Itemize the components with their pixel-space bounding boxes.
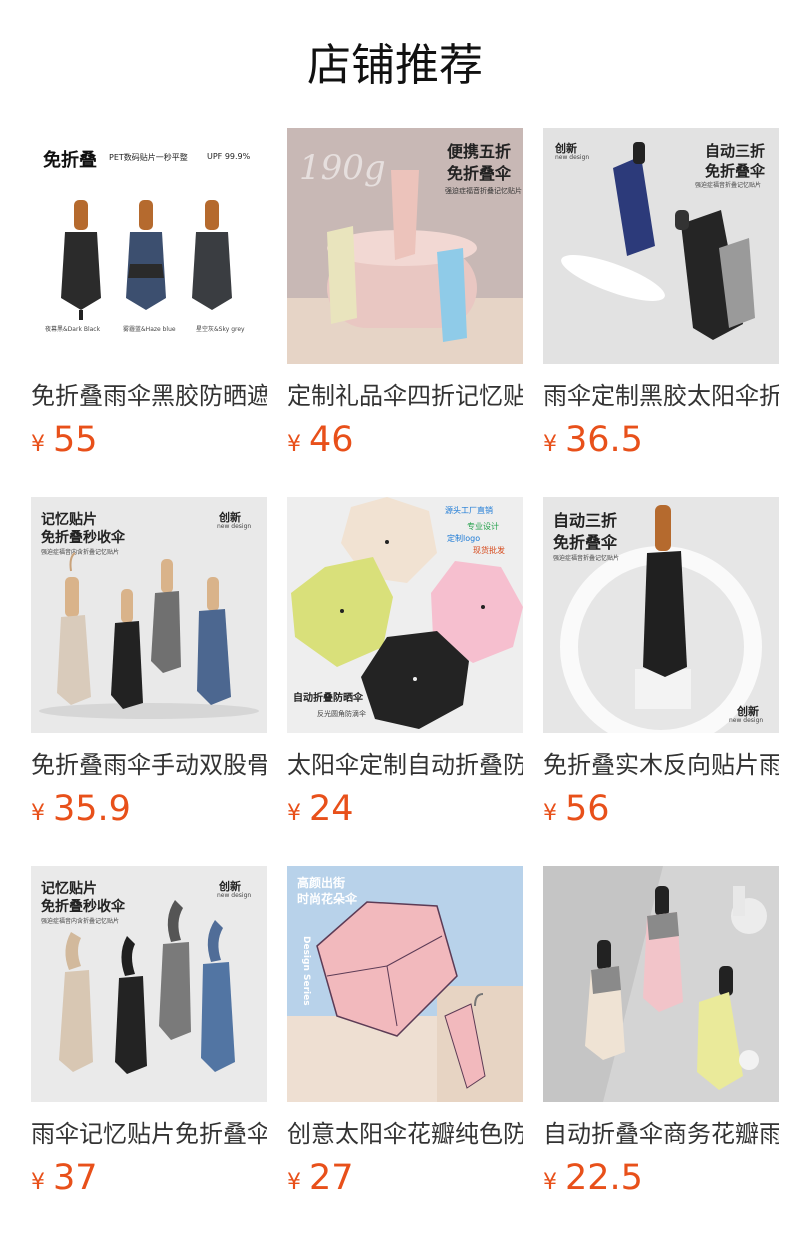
- product-name[interactable]: 免折叠实木反向贴片雨伞: [543, 749, 779, 781]
- product-card[interactable]: 记忆贴片 免折叠秒收伞 强迫症福音内含折叠记忆贴片 创新 new design …: [31, 866, 267, 1235]
- product-image[interactable]: 自动三折 免折叠伞 强迫症福音折叠记忆贴片 创新 new design: [543, 497, 779, 733]
- price-value: 55: [53, 420, 98, 460]
- image-note: 强迫症福音内含折叠记忆贴片: [41, 549, 120, 556]
- currency-symbol: ¥: [287, 801, 301, 826]
- image-tag: 现货批发: [473, 546, 505, 555]
- image-caption: 星空灰&Sky grey: [196, 326, 245, 333]
- product-price: ¥27: [287, 1156, 523, 1200]
- brand-sub: new design: [555, 154, 590, 161]
- image-note: 强迫症福音折叠记忆贴片: [445, 187, 522, 195]
- currency-symbol: ¥: [31, 1170, 45, 1195]
- page-title: 店铺推荐: [307, 40, 483, 91]
- image-headline: 记忆贴片: [41, 881, 97, 897]
- image-headline: 自动三折: [705, 142, 766, 160]
- product-name[interactable]: 自动折叠伞商务花瓣雨伞: [543, 1118, 779, 1150]
- currency-symbol: ¥: [31, 801, 45, 826]
- image-tag: 定制logo: [447, 534, 481, 543]
- brand-sub: new design: [729, 717, 764, 724]
- product-name[interactable]: 太阳伞定制自动折叠防晒: [287, 749, 523, 781]
- product-card[interactable]: 源头工厂直销 专业设计 定制logo 现货批发 自动折叠防晒伞 反光圆角防滴伞 …: [287, 497, 523, 866]
- product-price: ¥22.5: [543, 1156, 779, 1200]
- product-price: ¥46: [287, 418, 523, 462]
- product-name[interactable]: 免折叠雨伞手动双股骨: [31, 749, 267, 781]
- price-value: 37: [53, 1158, 98, 1198]
- price-value: 56: [565, 789, 610, 829]
- image-headline: 便携五折: [447, 142, 512, 161]
- umbrella-illustration: [543, 866, 779, 1102]
- image-note: 强迫症福音折叠记忆贴片: [553, 555, 620, 562]
- product-card[interactable]: 创新 new design 自动三折 免折叠伞 强迫症福音折叠记忆贴片 雨伞定制…: [543, 128, 779, 497]
- image-subline: PET数码贴片一秒平整: [109, 153, 188, 162]
- price-value: 36.5: [565, 420, 643, 460]
- image-caption: 雾霾蓝&Haze blue: [123, 326, 176, 333]
- brand-sub: new design: [217, 892, 252, 899]
- image-subline: 免折叠伞: [447, 164, 512, 183]
- image-headline: 高颜出街: [297, 876, 346, 890]
- image-weight: 190g: [299, 148, 386, 188]
- product-image[interactable]: 记忆贴片 免折叠秒收伞 强迫症福音内含折叠记忆贴片 创新 new design: [31, 866, 267, 1102]
- product-price: ¥35.9: [31, 787, 267, 831]
- image-subline: 免折叠伞: [553, 533, 618, 552]
- currency-symbol: ¥: [287, 1170, 301, 1195]
- product-name[interactable]: 定制礼品伞四折记忆贴片伞: [287, 380, 523, 412]
- image-subline: 反光圆角防滴伞: [317, 710, 366, 718]
- product-image[interactable]: 高颜出街 时尚花朵伞 Design Series: [287, 866, 523, 1102]
- currency-symbol: ¥: [31, 432, 45, 457]
- product-price: ¥36.5: [543, 418, 779, 462]
- product-card[interactable]: 自动折叠伞商务花瓣雨伞 ¥22.5: [543, 866, 779, 1235]
- product-image[interactable]: 源头工厂直销 专业设计 定制logo 现货批发 自动折叠防晒伞 反光圆角防滴伞: [287, 497, 523, 733]
- product-name[interactable]: 免折叠雨伞黑胶防晒遮阳伞: [31, 380, 267, 412]
- recommend-page: 店铺推荐 免折叠 PET数码贴片一秒平整 UPF 99.9% 夜幕黑&Dark …: [0, 0, 790, 1234]
- price-value: 35.9: [53, 789, 131, 829]
- product-card[interactable]: 高颜出街 时尚花朵伞 Design Series 创意太阳伞花瓣纯色防晒 ¥27: [287, 866, 523, 1235]
- image-tag: 专业设计: [467, 522, 499, 531]
- product-grid: 免折叠 PET数码贴片一秒平整 UPF 99.9% 夜幕黑&Dark Black…: [31, 128, 779, 1235]
- product-image[interactable]: 免折叠 PET数码贴片一秒平整 UPF 99.9% 夜幕黑&Dark Black…: [31, 128, 267, 364]
- currency-symbol: ¥: [543, 801, 557, 826]
- price-value: 22.5: [565, 1158, 643, 1198]
- product-image[interactable]: 创新 new design 自动三折 免折叠伞 强迫症福音折叠记忆贴片: [543, 128, 779, 364]
- image-subline: 免折叠秒收伞: [41, 899, 125, 915]
- image-badge: UPF 99.9%: [207, 152, 251, 161]
- product-name[interactable]: 创意太阳伞花瓣纯色防晒: [287, 1118, 523, 1150]
- product-card[interactable]: 190g 便携五折 免折叠伞 强迫症福音折叠记忆贴片 定制礼品伞四折记忆贴片伞 …: [287, 128, 523, 497]
- product-price: ¥37: [31, 1156, 267, 1200]
- product-name[interactable]: 雨伞记忆贴片免折叠伞: [31, 1118, 267, 1150]
- image-headline: 记忆贴片: [41, 512, 97, 528]
- image-subline: 免折叠秒收伞: [41, 530, 125, 546]
- product-image[interactable]: [543, 866, 779, 1102]
- price-value: 46: [309, 420, 354, 460]
- product-name[interactable]: 雨伞定制黑胶太阳伞折叠: [543, 380, 779, 412]
- image-headline: 免折叠: [43, 150, 97, 171]
- image-subline: 免折叠伞: [705, 162, 766, 180]
- product-card[interactable]: 免折叠 PET数码贴片一秒平整 UPF 99.9% 夜幕黑&Dark Black…: [31, 128, 267, 497]
- image-subline: 时尚花朵伞: [297, 892, 358, 906]
- currency-symbol: ¥: [543, 432, 557, 457]
- product-card[interactable]: 记忆贴片 免折叠秒收伞 强迫症福音内含折叠记忆贴片 创新 new design …: [31, 497, 267, 866]
- currency-symbol: ¥: [287, 432, 301, 457]
- product-price: ¥24: [287, 787, 523, 831]
- price-value: 24: [309, 789, 354, 829]
- product-price: ¥55: [31, 418, 267, 462]
- product-image[interactable]: 190g 便携五折 免折叠伞 强迫症福音折叠记忆贴片: [287, 128, 523, 364]
- image-note: 强迫症福音内含折叠记忆贴片: [41, 918, 120, 925]
- image-note: 强迫症福音折叠记忆贴片: [695, 182, 762, 189]
- image-tag: 源头工厂直销: [445, 506, 493, 515]
- product-card[interactable]: 自动三折 免折叠伞 强迫症福音折叠记忆贴片 创新 new design 免折叠实…: [543, 497, 779, 866]
- price-value: 27: [309, 1158, 354, 1198]
- image-vertical: Design Series: [301, 936, 311, 1006]
- image-caption: 夜幕黑&Dark Black: [45, 326, 101, 333]
- product-image[interactable]: 记忆贴片 免折叠秒收伞 强迫症福音内含折叠记忆贴片 创新 new design: [31, 497, 267, 733]
- image-headline: 自动三折: [553, 511, 618, 530]
- product-price: ¥56: [543, 787, 779, 831]
- image-headline: 自动折叠防晒伞: [293, 693, 363, 704]
- currency-symbol: ¥: [543, 1170, 557, 1195]
- brand-sub: new design: [217, 523, 252, 530]
